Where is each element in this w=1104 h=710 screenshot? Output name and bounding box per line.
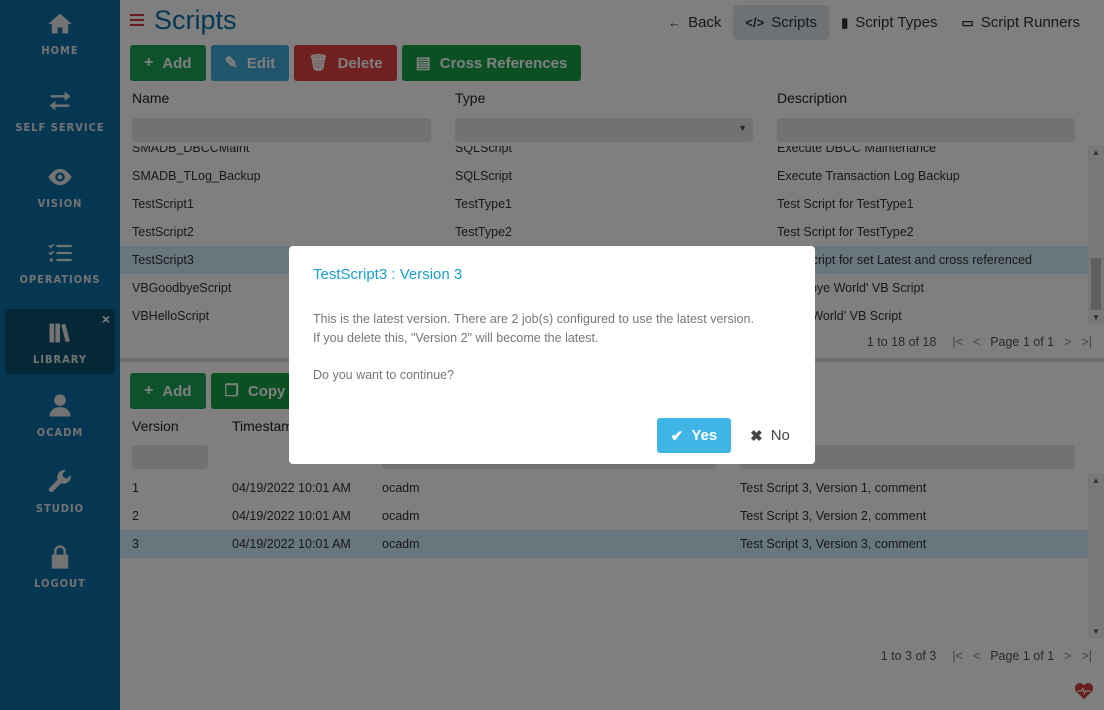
close-icon: ✖ <box>750 427 763 445</box>
confirm-delete-dialog: TestScript3 : Version 3 This is the late… <box>289 246 815 464</box>
check-icon: ✔ <box>670 427 684 445</box>
no-button[interactable]: ✖ No <box>745 418 795 453</box>
button-label: Yes <box>691 427 718 444</box>
yes-button[interactable]: ✔ Yes <box>657 418 731 453</box>
button-label: No <box>770 427 790 444</box>
app: HOME SELF SERVICE VISION OPERATIONS LIBR… <box>0 0 1104 710</box>
dialog-title: TestScript3 : Version 3 <box>313 266 463 283</box>
dialog-message: This is the latest version. There are 2 … <box>313 310 803 348</box>
dialog-line-1: This is the latest version. There are 2 … <box>313 312 754 326</box>
dialog-question: Do you want to continue? <box>313 368 455 382</box>
dialog-line-2: If you delete this, "Version 2" will bec… <box>313 331 599 345</box>
